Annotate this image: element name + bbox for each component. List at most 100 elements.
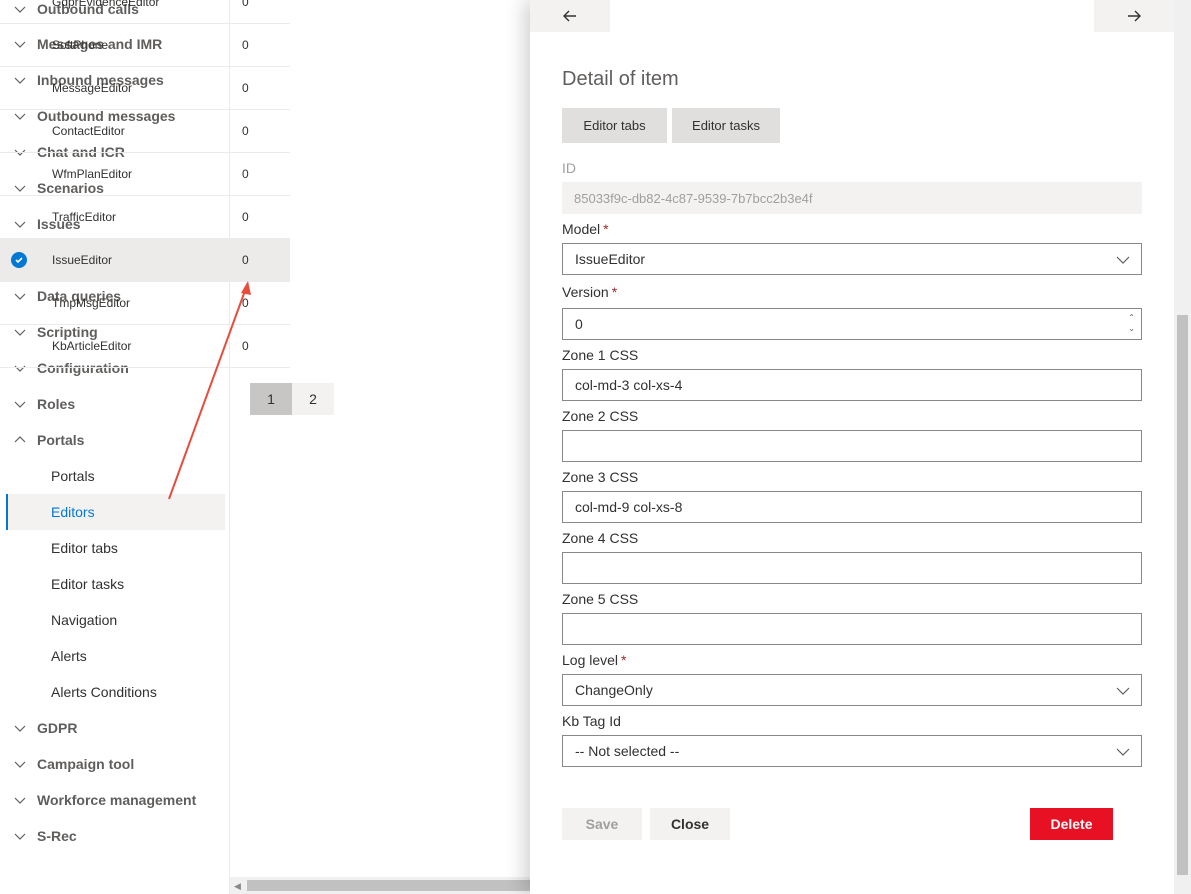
scrollbar-thumb[interactable]: [1177, 315, 1188, 875]
editor-tasks-button[interactable]: Editor tasks: [672, 108, 780, 143]
kb-tag-value: -- Not selected --: [575, 743, 680, 759]
row-name: WfmPlanEditor: [52, 167, 133, 181]
model-value: IssueEditor: [575, 251, 646, 267]
row-value: 0: [242, 0, 249, 9]
sidebar-group-label: Roles: [37, 396, 76, 412]
table-row[interactable]: MessageEditor 0: [0, 67, 290, 110]
version-input[interactable]: 0 ⌃ ⌄: [562, 308, 1142, 340]
sidebar-group-roles[interactable]: Roles: [0, 386, 225, 422]
sidebar-group-campaign-tool[interactable]: Campaign tool: [0, 746, 225, 782]
table-row[interactable]: IssueEditor 0: [0, 239, 290, 282]
row-name: KbArticleEditor: [52, 339, 132, 353]
row-value: 0: [242, 38, 249, 52]
previous-item-button[interactable]: [530, 0, 610, 32]
sidebar-item-editor-tabs[interactable]: Editor tabs: [6, 530, 225, 566]
close-button[interactable]: Close: [650, 808, 730, 840]
chevron-up-icon: [13, 433, 27, 447]
row-value: 0: [242, 253, 249, 267]
row-name: ContactEditor: [52, 124, 125, 138]
chevron-down-icon: [13, 721, 27, 735]
sidebar-group-workforce-management[interactable]: Workforce management: [0, 782, 225, 818]
chevron-down-icon: [13, 757, 27, 771]
scrollbar-thumb[interactable]: [247, 880, 530, 891]
sidebar-item-navigation[interactable]: Navigation: [6, 602, 225, 638]
sidebar-item-editor-tasks[interactable]: Editor tasks: [6, 566, 225, 602]
stepper-up-icon[interactable]: ⌃: [1128, 312, 1135, 323]
log-level-select[interactable]: ChangeOnly: [562, 674, 1142, 706]
sidebar-group-s-rec[interactable]: S-Rec: [0, 818, 225, 854]
pager: 12: [250, 383, 334, 415]
zone3-label: Zone 3 CSS: [562, 469, 639, 485]
row-value: 0: [242, 296, 249, 310]
model-label: Model *: [562, 221, 609, 237]
table-row[interactable]: TmpMsgEditor 0: [0, 282, 290, 325]
zone1-label: Zone 1 CSS: [562, 347, 639, 363]
zone4-label: Zone 4 CSS: [562, 530, 639, 546]
page-button-1[interactable]: 1: [250, 383, 292, 415]
required-mark: *: [603, 221, 609, 237]
zone4-input[interactable]: [562, 552, 1142, 584]
zone2-label: Zone 2 CSS: [562, 408, 639, 424]
next-item-button[interactable]: [1094, 0, 1174, 32]
sidebar-group-label: S-Rec: [37, 828, 77, 844]
zone5-input[interactable]: [562, 613, 1142, 645]
row-name: TmpMsgEditor: [52, 296, 131, 310]
sidebar-item-portals[interactable]: Portals: [6, 458, 225, 494]
chevron-down-icon: [1116, 687, 1130, 695]
scroll-left-icon[interactable]: ◀: [234, 881, 241, 892]
chevron-down-icon: [1116, 748, 1130, 756]
sidebar-item-editors[interactable]: Editors: [6, 494, 225, 530]
chevron-down-icon: [13, 829, 27, 843]
row-value: 0: [242, 167, 249, 181]
table-row[interactable]: KbArticleEditor 0: [0, 325, 290, 368]
table-row[interactable]: TrafficEditor 0: [0, 196, 290, 239]
sidebar-group-label: Workforce management: [37, 792, 197, 808]
stepper-down-icon[interactable]: ⌄: [1128, 323, 1135, 334]
sidebar-item-alerts-conditions[interactable]: Alerts Conditions: [6, 674, 225, 710]
table-row[interactable]: WfmPlanEditor 0: [0, 153, 290, 196]
kb-tag-select[interactable]: -- Not selected --: [562, 735, 1142, 767]
vertical-scrollbar[interactable]: [1174, 0, 1191, 894]
row-name: IssueEditor: [52, 253, 113, 267]
row-value: 0: [242, 81, 249, 95]
row-value: 0: [242, 124, 249, 138]
id-field: 85033f9c-db82-4c87-9539-7b7bcc2b3e4f: [562, 182, 1142, 214]
zone2-input[interactable]: [562, 430, 1142, 462]
model-select[interactable]: IssueEditor: [562, 243, 1142, 275]
row-value: 0: [242, 339, 249, 353]
zone5-label: Zone 5 CSS: [562, 591, 639, 607]
version-stepper[interactable]: ⌃ ⌄: [1128, 312, 1135, 334]
table-row[interactable]: SoftPhone 0: [0, 24, 290, 67]
log-level-label: Log level *: [562, 652, 627, 668]
chevron-down-icon: [1116, 256, 1130, 264]
checkmark-icon[interactable]: [11, 252, 27, 268]
row-value: 0: [242, 210, 249, 224]
horizontal-scrollbar[interactable]: ◀: [230, 877, 530, 894]
version-value: 0: [575, 316, 583, 332]
editor-tabs-button[interactable]: Editor tabs: [562, 108, 667, 143]
detail-panel: Detail of item Editor tabs Editor tasks …: [530, 0, 1191, 894]
log-level-value: ChangeOnly: [575, 682, 653, 698]
sidebar-group-label: GDPR: [37, 720, 78, 736]
row-name: SoftPhone: [52, 38, 109, 52]
required-mark: *: [611, 284, 618, 300]
version-label: Version *: [562, 284, 618, 300]
required-mark: *: [621, 652, 627, 668]
save-button[interactable]: Save: [562, 808, 642, 840]
sidebar-group-label: Campaign tool: [37, 756, 135, 772]
sidebar-group-label: Portals: [37, 432, 85, 448]
zone3-input[interactable]: col-md-9 col-xs-8: [562, 491, 1142, 523]
kb-tag-label: Kb Tag Id: [562, 713, 621, 729]
chevron-down-icon: [13, 397, 27, 411]
zone1-input[interactable]: col-md-3 col-xs-4: [562, 369, 1142, 401]
table-row[interactable]: GdprEvidenceEditor 0: [0, 0, 290, 24]
sidebar-group-gdpr[interactable]: GDPR: [0, 710, 225, 746]
arrow-left-icon: [563, 10, 576, 22]
page-button-2[interactable]: 2: [292, 383, 334, 415]
arrow-right-icon: [1128, 10, 1141, 22]
delete-button[interactable]: Delete: [1030, 808, 1113, 840]
table-row[interactable]: ContactEditor 0: [0, 110, 290, 153]
sidebar-group-portals[interactable]: Portals: [0, 422, 225, 458]
row-name: GdprEvidenceEditor: [52, 0, 160, 9]
sidebar-item-alerts[interactable]: Alerts: [6, 638, 225, 674]
